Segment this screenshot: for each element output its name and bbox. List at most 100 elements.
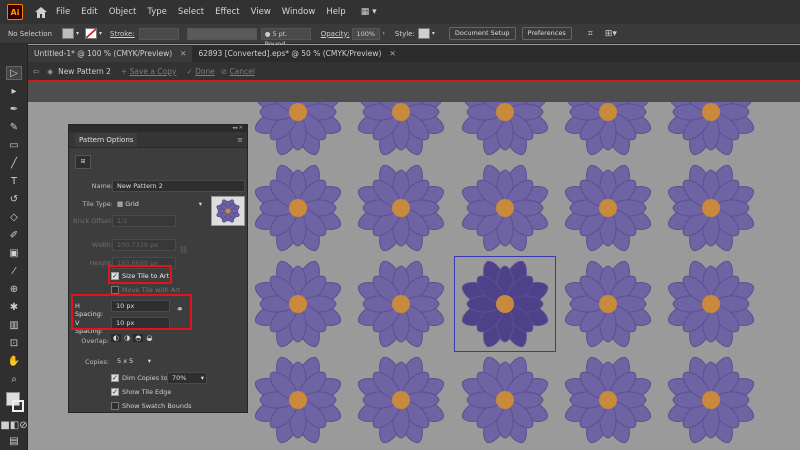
menu-window[interactable]: Window — [282, 7, 316, 17]
pattern-tile-bounds[interactable] — [454, 256, 556, 352]
name-field[interactable]: New Pattern 2 — [112, 180, 245, 192]
opacity-label: Opacity: — [320, 29, 350, 38]
transform-icon[interactable]: ⌗ — [588, 29, 593, 39]
rotate-tool-icon[interactable]: ↺ — [6, 192, 22, 206]
dim-copies-value: 70% — [172, 374, 187, 382]
grid-icon: ▦ — [117, 200, 124, 208]
gradient-tool-icon[interactable]: ▣ — [6, 246, 22, 260]
left-in-front-icon[interactable]: ◐ — [111, 334, 122, 342]
pattern-name: New Pattern 2 — [58, 66, 111, 76]
menu-object[interactable]: Object — [109, 7, 137, 17]
pattern-edit-bar: ⇦ ◈ New Pattern 2 + Save a Copy ✓ Done ⊘… — [28, 62, 800, 80]
tools-panel: ▷ ▸ ✒ ✎ ▭ ╱ T ↺ ◇ ✐ ▣ ⁄ ⊕ ✱ ▥ ⊡ ✋ ⌕ ■◧⊘ … — [0, 44, 28, 450]
flower-tile-copy — [558, 158, 658, 258]
style-dropdown-icon[interactable]: ▾ — [432, 30, 435, 37]
flower-tile-copy — [455, 350, 555, 450]
flower-tile-copy — [351, 254, 451, 354]
arrange-documents-icon[interactable]: ⊞▾ — [605, 29, 617, 39]
paintbrush-tool-icon[interactable]: ╱ — [6, 156, 22, 170]
name-label: Name: — [91, 182, 113, 190]
stroke-swatch[interactable] — [85, 28, 98, 39]
dim-copies-checkbox[interactable]: ✓ — [111, 374, 119, 382]
back-arrow-icon[interactable]: ⇦ — [33, 67, 39, 76]
blend-tool-icon[interactable]: ⊕ — [6, 282, 22, 296]
flower-tile-copy — [558, 350, 658, 450]
variable-width-profile[interactable] — [186, 27, 257, 40]
link-icon: ⛓ — [179, 246, 188, 254]
selection-tool-icon[interactable]: ▷ — [6, 66, 22, 80]
show-swatch-bounds-label: Show Swatch Bounds — [122, 402, 192, 410]
app-logo[interactable]: Ai — [7, 4, 23, 20]
dim-copies-dropdown[interactable]: 70% ▾ — [167, 372, 207, 384]
fill-dropdown-icon[interactable]: ▾ — [76, 30, 79, 37]
flower-tile-copy — [661, 158, 761, 258]
panel-title: Pattern Options — [75, 132, 138, 147]
done-button[interactable]: ✓ Done — [186, 67, 214, 76]
tile-type-label: Tile Type: — [82, 200, 113, 208]
brick-offset-label: Brick Offset: — [72, 217, 113, 225]
eyedropper-tool-icon[interactable]: ⁄ — [6, 264, 22, 278]
tile-type-dropdown[interactable]: ▦ Grid ▾ — [112, 198, 206, 210]
stroke-color-icon[interactable] — [12, 400, 24, 412]
copies-dropdown[interactable]: 5 x 5 ▾ — [112, 355, 154, 367]
style-label: Style: — [394, 29, 415, 38]
graph-tool-icon[interactable]: ▥ — [6, 318, 22, 332]
stroke-weight-field[interactable] — [138, 27, 179, 40]
move-tile-checkbox[interactable] — [111, 286, 119, 294]
move-tile-label: Move Tile with Art — [122, 286, 181, 294]
brush-definition[interactable]: ● 5 pt. Round — [260, 27, 311, 48]
stroke-dropdown-icon[interactable]: ▾ — [99, 30, 102, 37]
cancel-button[interactable]: ⊘ Cancel — [221, 67, 255, 76]
save-copy-label: Save a Copy — [129, 66, 177, 76]
menu-type[interactable]: Type — [147, 7, 167, 17]
opacity-dropdown-icon[interactable]: › — [382, 30, 384, 37]
flower-tile-copy — [351, 350, 451, 450]
symbol-sprayer-tool-icon[interactable]: ✱ — [6, 300, 22, 314]
opacity-field[interactable]: 100% — [352, 27, 381, 40]
copies-label: Copies: — [84, 358, 109, 366]
shaper-tool-icon[interactable]: ✐ — [6, 228, 22, 242]
save-copy-button[interactable]: + Save a Copy — [121, 67, 176, 76]
menu-file[interactable]: File — [56, 7, 70, 17]
show-swatch-bounds-checkbox[interactable] — [111, 402, 119, 410]
tab-62893-converted[interactable]: 62893 [Converted].eps* @ 50 % (CMYK/Prev… — [192, 46, 401, 62]
workspace-switcher-icon[interactable]: ▦ ▾ — [361, 7, 377, 17]
direct-selection-tool-icon[interactable]: ▸ — [6, 84, 22, 98]
document-setup-button[interactable]: Document Setup — [448, 27, 516, 40]
tab-untitled-1[interactable]: Untitled-1* @ 100 % (CMYK/Preview) ✕ — [28, 46, 193, 62]
type-tool-icon[interactable]: T — [6, 174, 22, 188]
close-icon[interactable]: ✕ — [389, 49, 395, 62]
panel-collapse-bar[interactable]: ◂◂ ✕ — [69, 125, 247, 132]
menu-effect[interactable]: Effect — [215, 7, 239, 17]
panel-menu-icon[interactable]: ≡ — [237, 136, 243, 144]
menu-view[interactable]: View — [251, 7, 271, 17]
right-in-front-icon[interactable]: ◑ — [124, 334, 130, 342]
screen-mode-icon[interactable]: ▤ — [6, 434, 22, 448]
top-in-front-icon[interactable]: ◓ — [133, 334, 144, 342]
graphic-style-swatch[interactable] — [417, 28, 430, 39]
menu-edit[interactable]: Edit — [81, 7, 97, 17]
flower-tile-copy — [558, 254, 658, 354]
pattern-tile-tool-icon[interactable]: ⊞ — [75, 155, 91, 169]
hand-tool-icon[interactable]: ✋ — [6, 354, 22, 368]
preferences-button[interactable]: Preferences — [521, 27, 572, 40]
done-label: Done — [195, 66, 215, 76]
artboard-tool-icon[interactable]: ⊡ — [6, 336, 22, 350]
fill-swatch[interactable] — [62, 28, 74, 39]
document-tabs: Untitled-1* @ 100 % (CMYK/Preview) ✕ 6289… — [28, 45, 800, 62]
bottom-in-front-icon[interactable]: ◒ — [146, 334, 152, 342]
close-icon[interactable]: ✕ — [180, 49, 186, 62]
control-bar: No Selection ▾ ▾ Stroke: ● 5 pt. Round O… — [0, 24, 800, 48]
color-mode-icon[interactable]: ■◧⊘ — [0, 418, 27, 432]
pen-tool-icon[interactable]: ✒ — [6, 102, 22, 116]
width-label: Width: — [91, 241, 113, 249]
show-tile-edge-checkbox[interactable]: ✓ — [111, 388, 119, 396]
flower-thumbnail-icon — [216, 199, 240, 223]
menu-help[interactable]: Help — [326, 7, 345, 17]
zoom-tool-icon[interactable]: ⌕ — [6, 372, 22, 386]
curvature-tool-icon[interactable]: ✎ — [6, 120, 22, 134]
menu-select[interactable]: Select — [178, 7, 204, 17]
home-icon[interactable] — [34, 5, 48, 19]
rectangle-tool-icon[interactable]: ▭ — [6, 138, 22, 152]
eraser-tool-icon[interactable]: ◇ — [6, 210, 22, 224]
